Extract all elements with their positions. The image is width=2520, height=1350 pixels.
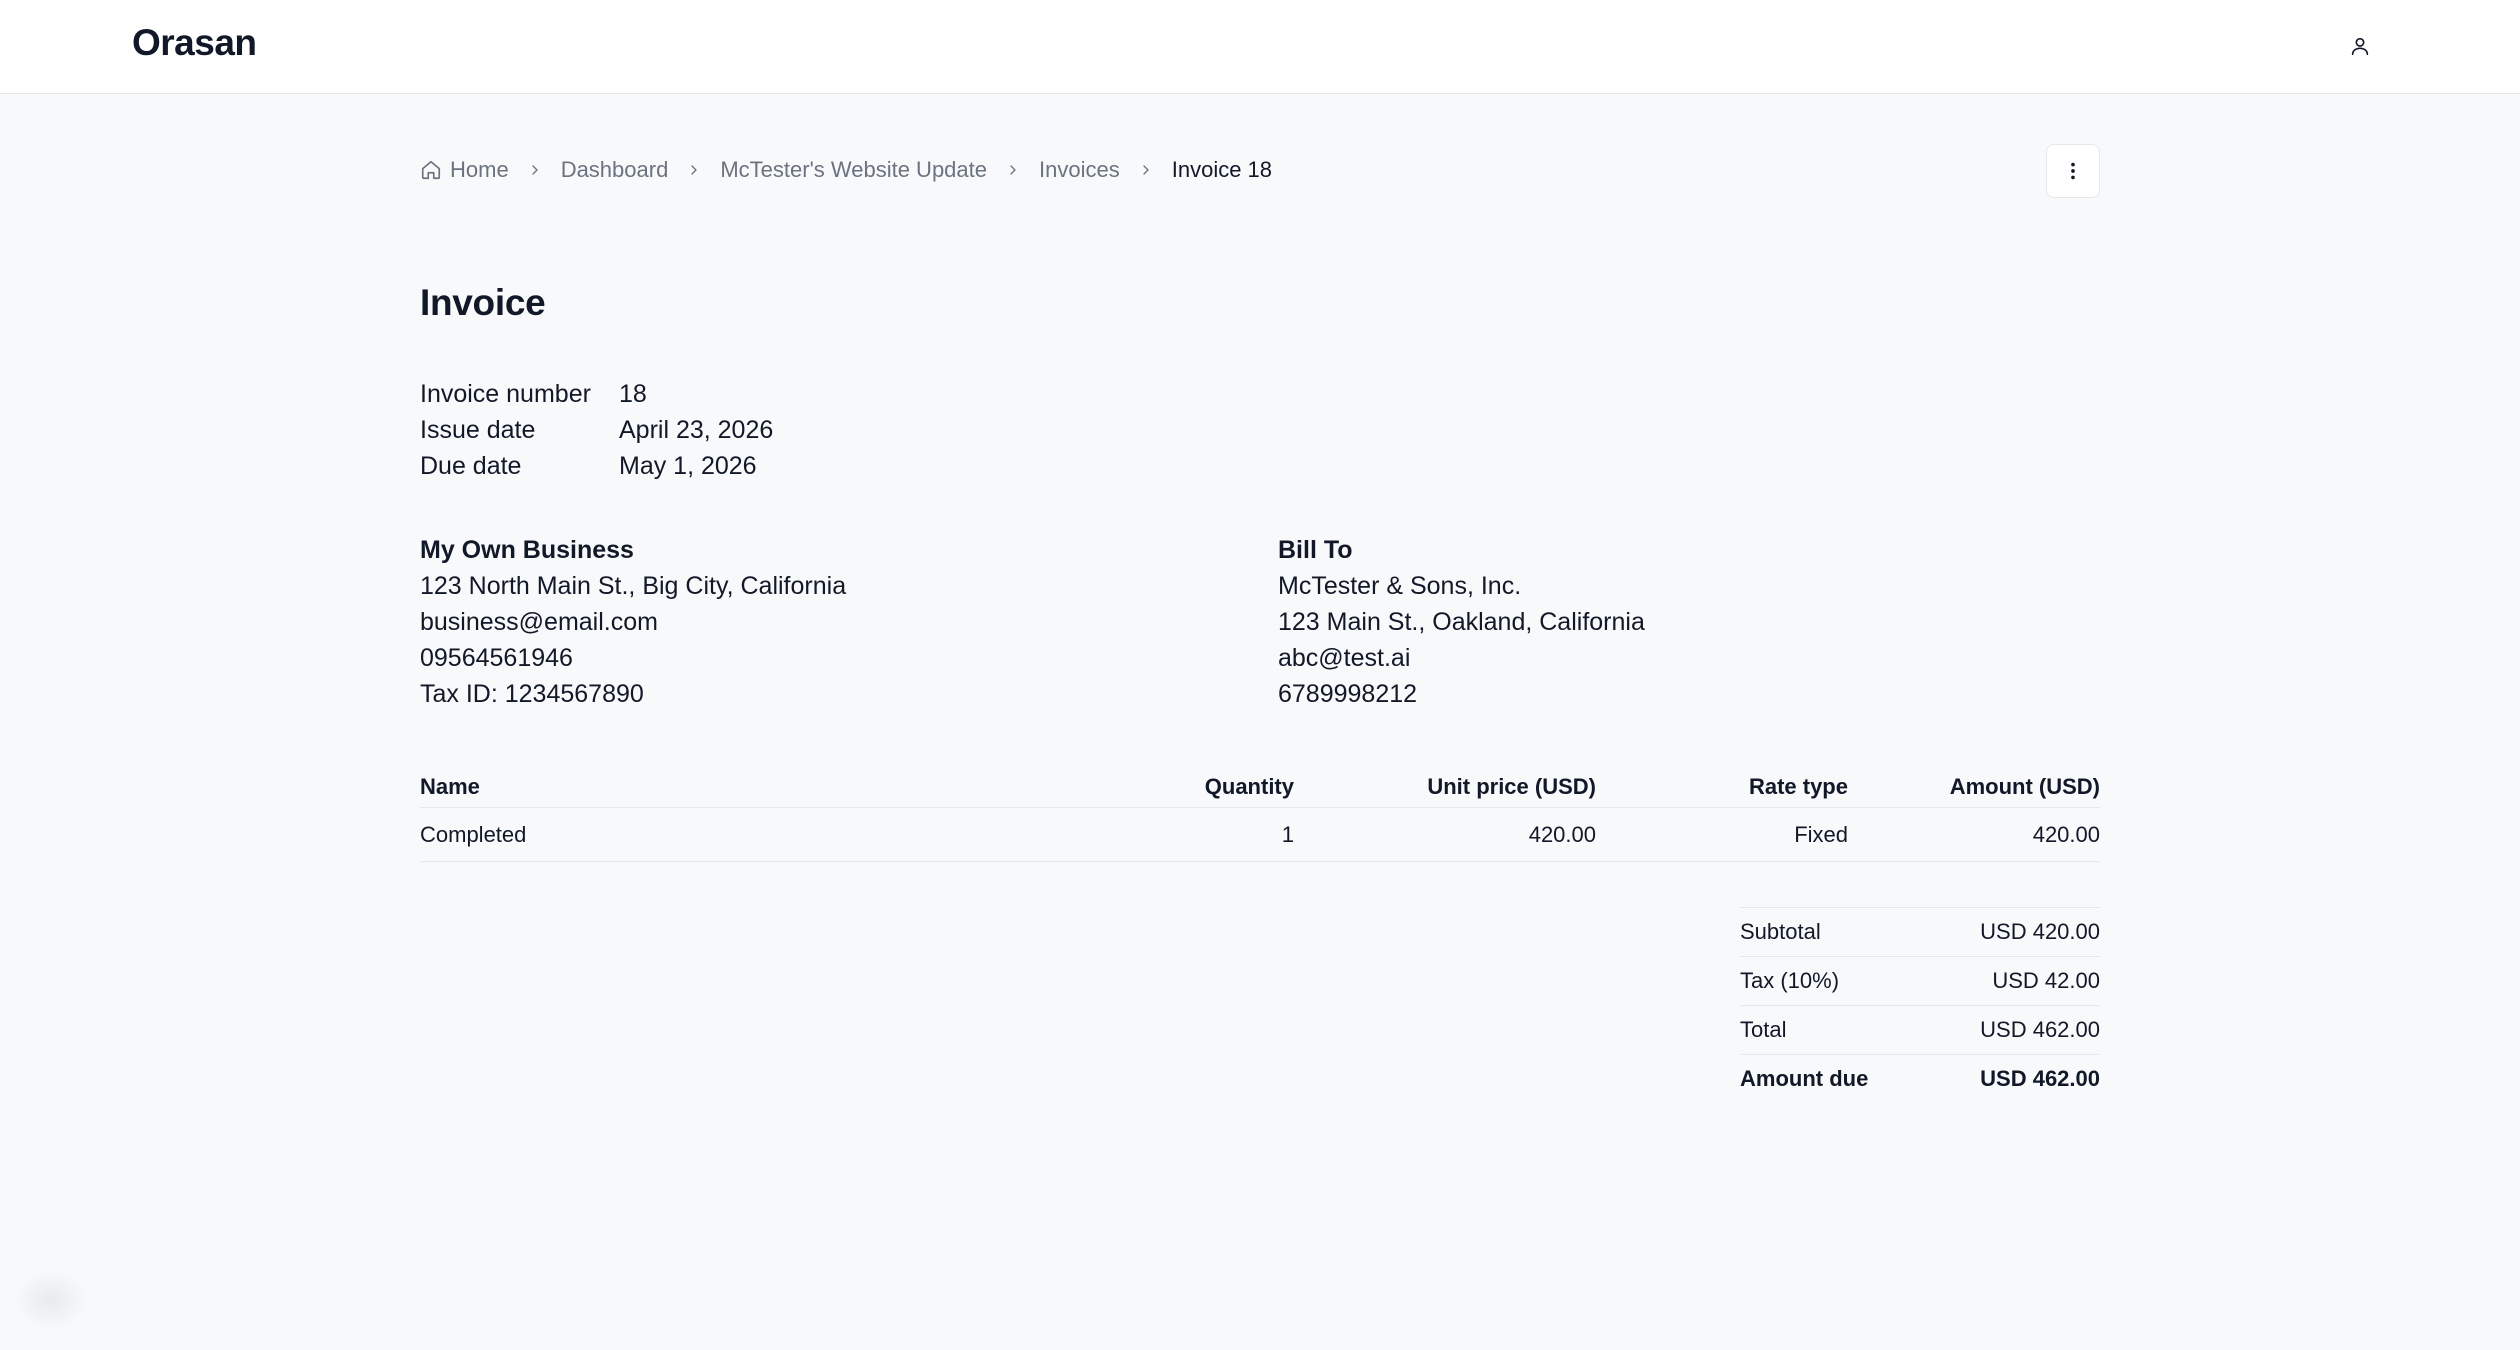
app-logo[interactable]: Orasan <box>132 22 257 64</box>
breadcrumb-dashboard[interactable]: Dashboard <box>561 157 669 183</box>
totals-label: Subtotal <box>1740 919 1821 944</box>
item-rate-type: Fixed <box>1794 821 1848 847</box>
sender-address: 123 North Main St., Big City, California <box>420 571 847 600</box>
item-unit-price: 420.00 <box>1528 821 1596 847</box>
invoice-number-value: 18 <box>619 379 647 408</box>
client-phone: 6789998212 <box>1278 679 1418 708</box>
due-date-value: May 1, 2026 <box>619 451 757 480</box>
total-value: USD 462.00 <box>1980 1017 2100 1042</box>
chevron-right-icon <box>686 162 702 178</box>
sender-name: My Own Business <box>420 535 634 564</box>
chevron-right-icon <box>1138 162 1154 178</box>
amount-due-row: Amount due USD 462.00 <box>1740 1054 2100 1103</box>
table-header-row: Name Quantity Unit price (USD) Rate type… <box>420 768 2100 808</box>
client-address: 123 Main St., Oakland, California <box>1278 607 1645 636</box>
user-menu-button[interactable] <box>2342 28 2378 64</box>
tax-row: Tax (10%) USD 42.00 <box>1740 956 2100 1005</box>
column-header-amount: Amount (USD) <box>1949 774 2100 799</box>
more-actions-button[interactable] <box>2046 144 2100 198</box>
breadcrumb-home[interactable]: Home <box>420 157 509 183</box>
top-navbar: Orasan <box>0 0 2520 94</box>
home-icon <box>420 159 442 181</box>
line-items-table: Name Quantity Unit price (USD) Rate type… <box>420 768 2100 862</box>
meta-label: Issue date <box>420 415 536 444</box>
breadcrumb: Home Dashboard McTester's Website Update… <box>420 154 1272 186</box>
sender-email: business@email.com <box>420 607 658 636</box>
breadcrumb-invoices[interactable]: Invoices <box>1039 157 1120 183</box>
subtotal-value: USD 420.00 <box>1980 919 2100 944</box>
subtotal-row: Subtotal USD 420.00 <box>1740 907 2100 956</box>
meta-label: Due date <box>420 451 522 480</box>
invoice-number-row: Invoice number 18 <box>420 376 773 412</box>
client-email: abc@test.ai <box>1278 643 1411 672</box>
totals-summary: Subtotal USD 420.00 Tax (10%) USD 42.00 … <box>1740 907 2100 1103</box>
totals-label: Tax (10%) <box>1740 968 1840 993</box>
table-row: Completed 1 420.00 Fixed 420.00 <box>420 808 2100 862</box>
decorative-corner-shadow <box>14 1270 88 1330</box>
column-header-name: Name <box>420 774 480 799</box>
sender-phone: 09564561946 <box>420 643 573 672</box>
item-quantity: 1 <box>1281 821 1294 847</box>
item-name: Completed <box>420 821 527 847</box>
totals-label: Amount due <box>1740 1066 1869 1091</box>
column-header-rate-type: Rate type <box>1748 774 1848 799</box>
sender-details: My Own Business 123 North Main St., Big … <box>420 532 846 712</box>
item-amount: 420.00 <box>2032 821 2100 847</box>
amount-due-value: USD 462.00 <box>1980 1066 2100 1091</box>
client-name: McTester & Sons, Inc. <box>1278 571 1522 600</box>
column-header-quantity: Quantity <box>1204 774 1294 799</box>
issue-date-row: Issue date April 23, 2026 <box>420 412 773 448</box>
page-title: Invoice <box>420 282 546 323</box>
due-date-row: Due date May 1, 2026 <box>420 448 773 484</box>
chevron-right-icon <box>527 162 543 178</box>
breadcrumb-current: Invoice 18 <box>1171 157 1273 182</box>
breadcrumb-label: Home <box>450 157 509 182</box>
invoice-meta: Invoice number 18 Issue date April 23, 2… <box>420 376 773 484</box>
total-row: Total USD 462.00 <box>1740 1005 2100 1054</box>
user-icon <box>2351 37 2369 56</box>
column-header-unit-price: Unit price (USD) <box>1427 774 1596 799</box>
tax-value: USD 42.00 <box>1992 968 2100 993</box>
sender-tax-id: Tax ID: 1234567890 <box>420 679 644 708</box>
bill-to-heading: Bill To <box>1278 535 1353 564</box>
bill-to-details: Bill To McTester & Sons, Inc. 123 Main S… <box>1278 532 1645 712</box>
totals-label: Total <box>1740 1017 1787 1042</box>
more-vertical-icon <box>2071 162 2075 180</box>
breadcrumb-project[interactable]: McTester's Website Update <box>720 157 987 183</box>
chevron-right-icon <box>1005 162 1021 178</box>
issue-date-value: April 23, 2026 <box>619 415 774 444</box>
meta-label: Invoice number <box>420 379 591 408</box>
